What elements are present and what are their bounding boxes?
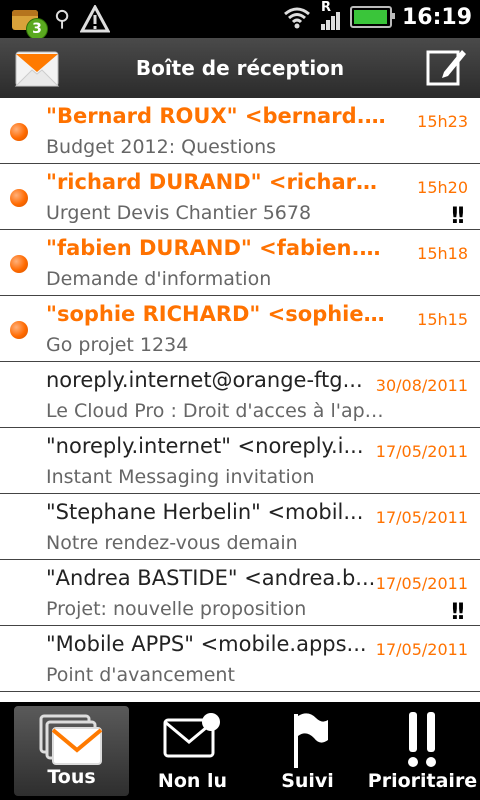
message-subject: Projet: nouvelle proposition — [46, 598, 307, 620]
message-subject: Budget 2012: Questions — [46, 136, 277, 158]
tab-non-lu[interactable]: Non lu — [135, 702, 250, 800]
message-row[interactable]: noreply.internet@orange-ftg... Le Cloud P… — [0, 362, 480, 428]
unread-indicator-icon — [10, 321, 28, 339]
warning-icon — [80, 5, 111, 33]
unread-mail-icon — [163, 713, 220, 758]
tab-tous[interactable]: Tous — [14, 706, 129, 796]
compose-icon[interactable] — [424, 46, 468, 90]
priority-flag-icon: !! — [449, 204, 466, 229]
clock: 16:19 — [401, 4, 472, 30]
message-date: 17/05/2011 — [375, 508, 468, 527]
page-title: Boîte de réception — [135, 56, 345, 80]
message-subject: Instant Messaging invitation — [46, 466, 315, 488]
flag-icon — [293, 713, 328, 768]
message-sender: "Stephane Herbelin" <mobil... — [46, 500, 364, 524]
wifi-icon — [284, 7, 310, 29]
message-row[interactable]: "noreply.internet" <noreply.i... Instant … — [0, 428, 480, 494]
message-date: 30/08/2011 — [375, 376, 468, 395]
tab-label: Non lu — [157, 770, 228, 792]
message-subject: Notre rendez-vous demain — [46, 532, 298, 554]
message-sender: "Bernard ROUX" <bernard.roux@... — [46, 104, 391, 128]
tab-bar: Tous Non lu Suivi Prioritaire — [0, 702, 480, 800]
priority-flag-icon: !! — [449, 600, 466, 625]
message-sender: "sophie RICHARD" <sophie.ric... — [46, 302, 391, 326]
message-row[interactable]: "Andrea BASTIDE" <andrea.b... Projet: nou… — [0, 560, 480, 626]
tab-suivi[interactable]: Suivi — [250, 702, 365, 800]
roaming-label: R — [320, 0, 331, 15]
message-date: 15h20 — [417, 178, 468, 197]
message-date: 17/05/2011 — [375, 574, 468, 593]
message-sender: "richard DURAND" <richard.du... — [46, 170, 391, 194]
status-bar: 3 ⚲ R 16:19 — [0, 0, 480, 40]
priority-icon — [407, 712, 436, 767]
message-date: 15h23 — [417, 112, 468, 131]
message-row[interactable]: "Mobile APPS" <mobile.apps... Point d'ava… — [0, 626, 480, 692]
message-list[interactable]: "Bernard ROUX" <bernard.roux@... Budget 2… — [0, 98, 480, 702]
tab-label: Suivi — [281, 770, 334, 792]
message-date: 17/05/2011 — [375, 640, 468, 659]
tab-label: Tous — [47, 766, 96, 788]
message-row[interactable]: "fabien DURAND" <fabien.dura... Demande d… — [0, 230, 480, 296]
message-row[interactable]: "sophie RICHARD" <sophie.ric... Go projet… — [0, 296, 480, 362]
title-bar: Boîte de réception — [0, 38, 480, 98]
unread-indicator-icon — [10, 189, 28, 207]
all-mail-icon — [39, 714, 102, 765]
message-row[interactable]: "Stephane Herbelin" <mobil... Notre rende… — [0, 494, 480, 560]
message-row[interactable]: "Bernard ROUX" <bernard.roux@... Budget 2… — [0, 98, 480, 164]
message-date: 17/05/2011 — [375, 442, 468, 461]
message-sender: "Mobile APPS" <mobile.apps... — [46, 632, 367, 656]
message-subject: Urgent Devis Chantier 5678 — [46, 202, 312, 224]
message-row[interactable]: "richard DURAND" <richard.du... Urgent De… — [0, 164, 480, 230]
usb-icon: ⚲ — [54, 6, 71, 32]
message-sender: "Andrea BASTIDE" <andrea.b... — [46, 566, 376, 590]
message-date: 15h18 — [417, 244, 468, 263]
message-subject: Le Cloud Pro : Droit d'acces à l'app... — [46, 400, 391, 422]
message-sender: "fabien DURAND" <fabien.dura... — [46, 236, 391, 260]
unread-indicator-icon — [10, 255, 28, 273]
signal-icon: R — [320, 0, 340, 30]
battery-icon — [349, 6, 395, 28]
message-sender: "noreply.internet" <noreply.i... — [46, 434, 364, 458]
tab-prioritaire[interactable]: Prioritaire — [365, 702, 480, 800]
unread-indicator-icon — [10, 123, 28, 141]
message-date: 15h15 — [417, 310, 468, 329]
calendar-notification-icon: 3 — [8, 4, 48, 40]
tab-label: Prioritaire — [367, 770, 478, 792]
notification-count-badge: 3 — [26, 18, 48, 40]
message-sender: noreply.internet@orange-ftg... — [46, 368, 363, 392]
message-subject: Point d'avancement — [46, 664, 235, 686]
message-subject: Go projet 1234 — [46, 334, 189, 356]
message-subject: Demande d'information — [46, 268, 272, 290]
